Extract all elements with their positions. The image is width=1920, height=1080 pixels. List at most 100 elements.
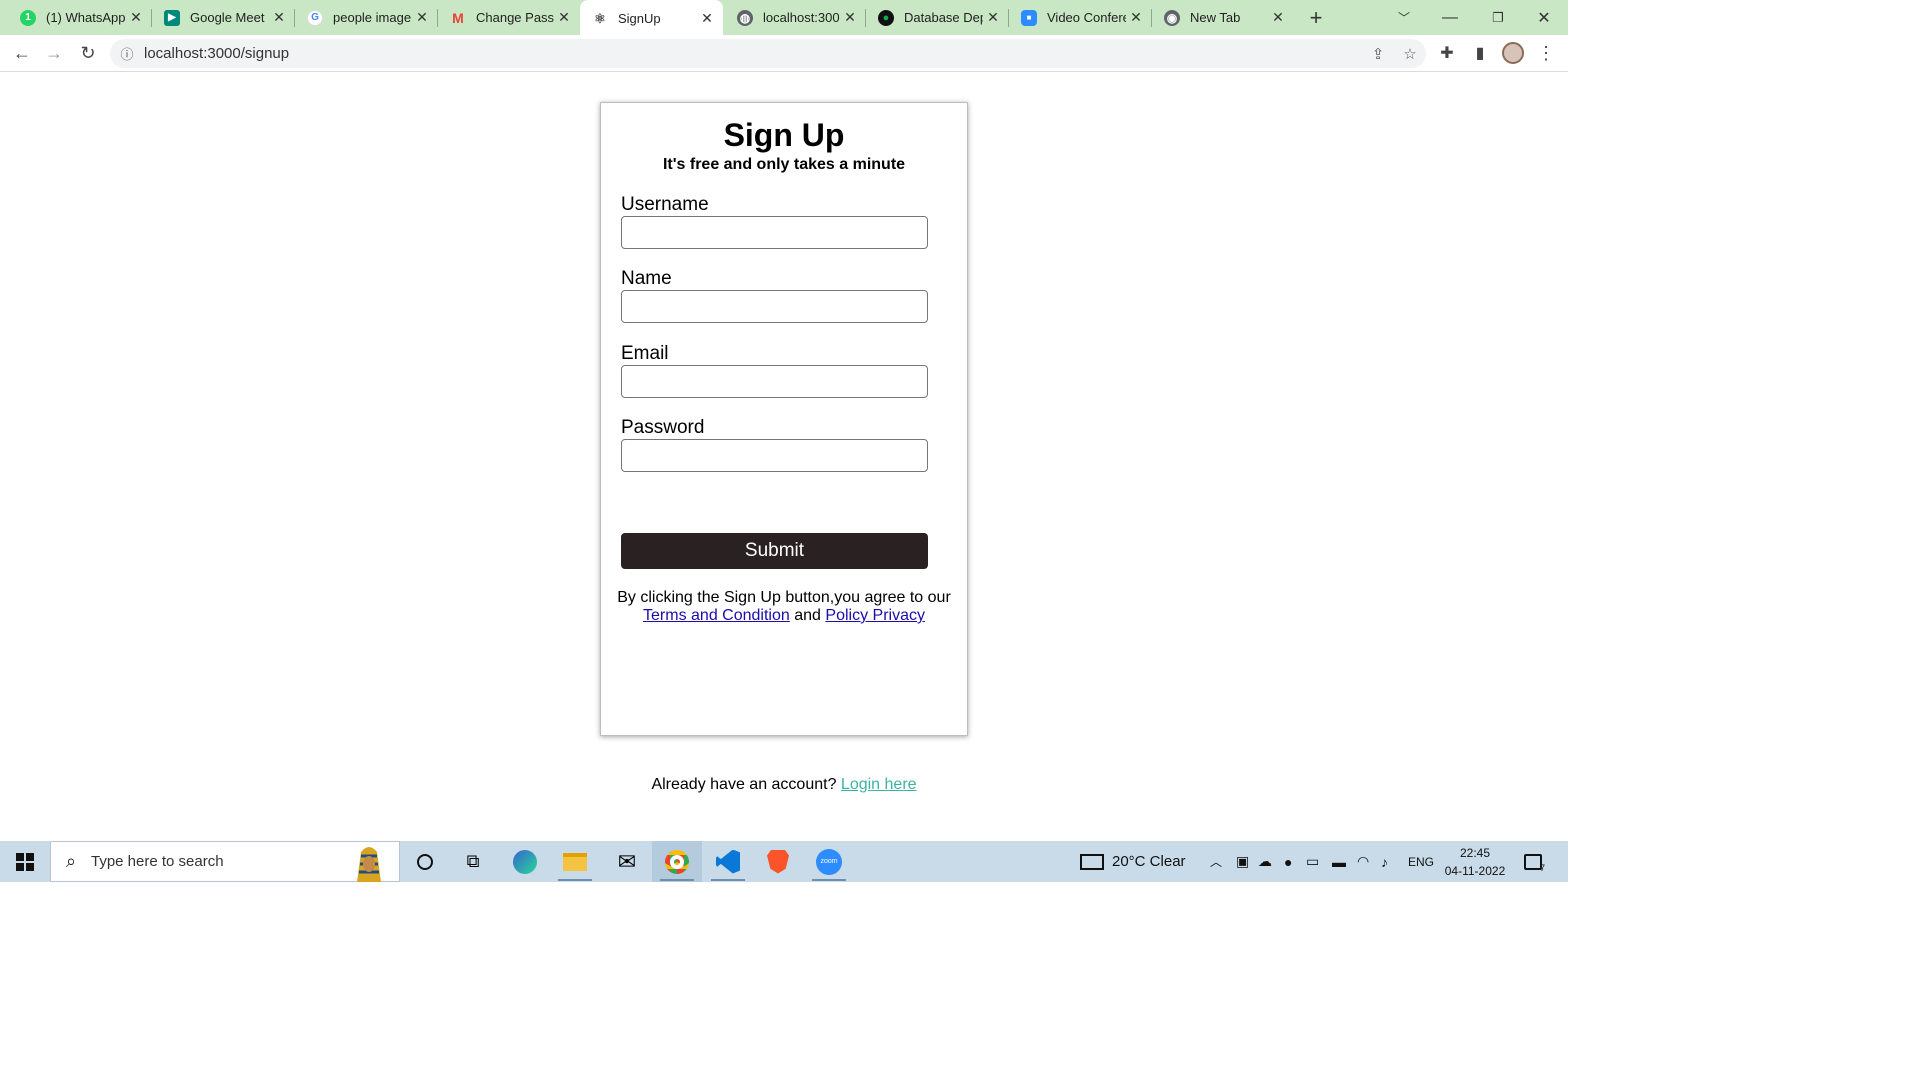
cortana-icon[interactable] [400,841,450,882]
react-icon: ⚛ [594,10,606,26]
tab-signup[interactable]: ⚛ SignUp ✕ [580,0,723,37]
email-label: Email [621,343,669,364]
privacy-link[interactable]: Policy Privacy [825,607,925,624]
login-prompt-text: Already have an account? [651,776,837,793]
tab-video-conference[interactable]: ■ Video Confere ✕ [1009,0,1152,35]
mongodb-icon: ● [878,9,894,26]
task-view-icon[interactable]: ⧉ [448,841,498,882]
browser-toolbar: ← → ↻ ⓘ localhost:3000/signup ⇪ ☆ ✚ ▮ ⋮ [0,35,1568,72]
close-icon[interactable]: ✕ [269,9,289,26]
page-subtitle: It's free and only takes a minute [662,156,906,173]
tab-title: (1) WhatsApp [46,10,126,25]
search-icon: ⌕ [65,851,77,871]
tab-people-image[interactable]: G people image ✕ [295,0,438,35]
zoom-taskbar-icon[interactable]: zoom [804,841,854,882]
extensions-puzzle-icon[interactable]: ✚ [1433,39,1461,67]
tab-title: New Tab [1190,10,1241,25]
restore-icon[interactable]: ❐ [1478,0,1518,35]
window-close-icon[interactable]: ✕ [1524,0,1564,35]
tab-whatsapp[interactable]: 1 (1) WhatsApp ✕ [0,0,152,35]
weather-widget[interactable]: 20°C Clear [1080,841,1186,882]
google-icon: G [307,9,323,26]
address-bar[interactable]: ⓘ localhost:3000/signup ⇪ ☆ [110,39,1426,68]
login-link[interactable]: Login here [841,776,917,793]
chrome-taskbar-icon[interactable] [652,841,702,882]
onedrive-cloud-icon[interactable]: ☁ [1258,841,1278,882]
minimize-icon[interactable]: — [1430,0,1470,35]
battery-icon[interactable]: ▬ [1332,841,1350,882]
close-icon[interactable]: ✕ [840,9,860,26]
volume-icon[interactable]: ♪ [1381,841,1399,882]
email-input[interactable] [621,365,928,398]
taskbar-search[interactable]: ⌕ Type here to search [50,841,400,882]
reload-icon[interactable]: ↻ [74,39,102,67]
kebab-menu-icon[interactable]: ⋮ [1532,39,1560,67]
profile-avatar[interactable] [1499,39,1527,67]
tab-google-meet[interactable]: ▶ Google Meet ✕ [152,0,295,35]
brave-icon[interactable] [753,841,803,882]
site-info-icon[interactable]: ⓘ [110,44,144,63]
tab-database[interactable]: ● Database Dep ✕ [866,0,1009,35]
windows-start-icon[interactable] [0,841,50,882]
microphone-icon[interactable]: ● [1284,841,1298,882]
forward-arrow-icon[interactable]: → [40,39,68,67]
page-title: Sign Up [723,117,845,153]
weather-icon [1080,853,1104,870]
windows-taskbar: ⌕ Type here to search ⧉ ✉ zoom 20°C Clea… [0,841,1568,882]
bookmark-star-icon[interactable]: ☆ [1394,45,1426,63]
weather-text: 20°C Clear [1112,853,1186,870]
file-explorer-icon[interactable] [550,841,600,882]
system-clock[interactable]: 22:45 04-11-2022 [1438,844,1512,880]
login-prompt: Already have an account? Login here [0,776,1568,794]
display-icon[interactable]: ▭ [1306,841,1324,882]
notification-center-icon[interactable]: 7 [1524,841,1552,882]
new-tab-plus-icon[interactable]: + [1300,0,1332,35]
terms-and: and [794,607,821,624]
signup-card: Sign Up It's free and only takes a minut… [600,102,968,736]
close-icon[interactable]: ✕ [554,9,574,26]
search-placeholder: Type here to search [91,853,224,870]
tab-change-password[interactable]: M Change Passw ✕ [438,0,580,35]
edge-icon[interactable] [500,841,550,882]
url-text[interactable]: localhost:3000/signup [144,45,1362,62]
password-input[interactable] [621,439,928,472]
tab-title: Change Passw [476,10,554,25]
back-arrow-icon[interactable]: ← [8,39,36,67]
username-label: Username [621,194,709,215]
mail-icon[interactable]: ✉ [602,841,652,882]
tab-title: Google Meet [190,10,265,25]
clock-time: 22:45 [1459,846,1491,860]
tray-chevron-up-icon[interactable]: ︿ [1210,841,1226,882]
name-label: Name [621,268,672,289]
share-icon[interactable]: ⇪ [1362,45,1394,63]
notification-count: 7 [1540,863,1546,873]
password-label: Password [621,417,705,438]
close-icon[interactable]: ✕ [126,9,146,26]
vscode-icon[interactable] [703,841,753,882]
whatsapp-icon: 1 [20,9,36,26]
tab-title: localhost:3000 [763,10,840,25]
terms-prefix: By clicking the Sign Up button,you agree… [617,589,951,606]
tab-search-chevron-icon[interactable]: ﹀ [1388,0,1420,35]
language-indicator[interactable]: ENG [1408,841,1434,882]
google-meet-icon: ▶ [164,9,180,26]
terms-text: By clicking the Sign Up button,you agree… [601,589,967,625]
username-input[interactable] [621,216,928,249]
close-icon[interactable]: ✕ [1126,9,1146,26]
submit-button[interactable]: Submit [621,533,928,569]
tab-new-tab[interactable]: ◉ New Tab ✕ [1152,0,1294,35]
terms-link[interactable]: Terms and Condition [643,607,790,624]
globe-icon: ◍ [737,9,753,26]
name-input[interactable] [621,290,928,323]
meet-tray-icon[interactable]: ▣ [1236,841,1252,882]
close-icon[interactable]: ✕ [1268,9,1288,26]
side-panel-icon[interactable]: ▮ [1466,39,1494,67]
close-icon[interactable]: ✕ [697,10,717,27]
tab-localhost[interactable]: ◍ localhost:3000 ✕ [723,0,866,35]
chrome-icon: ◉ [1164,9,1180,26]
tab-strip: 1 (1) WhatsApp ✕ ▶ Google Meet ✕ G peopl… [0,0,1568,37]
wifi-icon[interactable]: ◠ [1357,841,1375,882]
close-icon[interactable]: ✕ [412,9,432,26]
gmail-icon: M [452,9,464,26]
close-icon[interactable]: ✕ [983,9,1003,26]
